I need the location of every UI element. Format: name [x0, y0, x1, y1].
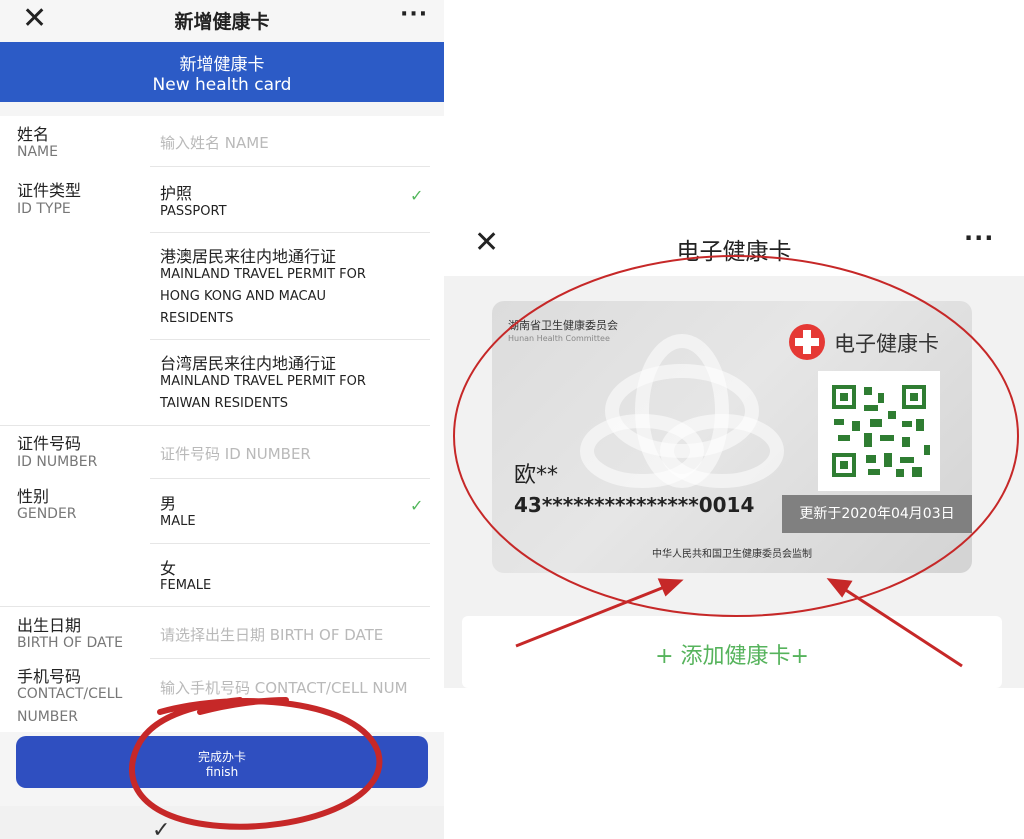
id-number-input[interactable]: 证件号码 ID NUMBER [160, 443, 430, 464]
header-title-zh: 新增健康卡 [179, 55, 265, 75]
option-label-en: TAIWAN RESIDENTS [160, 396, 289, 411]
add-card-panel: + 添加健康卡+ [462, 616, 1002, 688]
add-health-card-screen: ✕ 新增健康卡 ··· 新增健康卡 New health card 姓名 NAM… [0, 0, 444, 839]
contact-label-en: NUMBER [17, 709, 78, 725]
electronic-health-card-screen: ✕ 电子健康卡 ··· 湖南省卫生健康委员会 Hunan Health Comm… [444, 218, 1024, 688]
contact-input[interactable]: 输入手机号码 CONTACT/CELL NUM [160, 677, 430, 698]
health-card[interactable]: 湖南省卫生健康委员会 Hunan Health Committee 电子健康卡 [492, 301, 972, 573]
card-id-number: 43***************0014 [514, 493, 755, 517]
more-options-icon[interactable]: ··· [400, 2, 428, 27]
header-title-en: New health card [152, 75, 292, 95]
finish-label-en: finish [205, 765, 239, 779]
id-number-label-en: ID NUMBER [17, 454, 98, 470]
divider [150, 658, 430, 659]
page-title: 新增健康卡 [174, 11, 270, 33]
birth-label-en: BIRTH OF DATE [17, 635, 123, 651]
option-label-en: MALE [160, 514, 196, 529]
gender-label-en: GENDER [17, 506, 77, 522]
more-options-icon[interactable]: ··· [964, 224, 994, 252]
birth-label-zh: 出生日期 [17, 616, 82, 635]
id-type-label-zh: 证件类型 [17, 181, 82, 200]
option-label-en: PASSPORT [160, 204, 227, 219]
option-label-en: FEMALE [160, 578, 212, 593]
divider [150, 166, 430, 167]
card-owner-name: 欧** [514, 463, 559, 488]
card-area: 湖南省卫生健康委员会 Hunan Health Committee 电子健康卡 [444, 276, 1024, 688]
id-type-label-en: ID TYPE [17, 201, 71, 217]
page-title: 电子健康卡 [676, 239, 792, 265]
issuer-name-en: Hunan Health Committee [508, 334, 610, 343]
card-title: 电子健康卡 [834, 332, 939, 356]
qr-code-icon[interactable] [818, 371, 940, 491]
divider [150, 232, 430, 233]
contact-label-zh: 手机号码 [17, 667, 82, 686]
contact-label-en: CONTACT/CELL [17, 686, 123, 702]
check-icon: ✓ [410, 186, 424, 205]
top-bar: ✕ 新增健康卡 ··· [0, 0, 444, 42]
check-icon: ✓ [410, 496, 424, 515]
name-label-zh: 姓名 [17, 125, 50, 144]
option-label-en: RESIDENTS [160, 311, 234, 326]
divider [0, 425, 430, 426]
red-cross-icon [789, 324, 825, 360]
option-label-en: HONG KONG AND MACAU [160, 289, 327, 304]
divider [150, 478, 430, 479]
updated-date-badge: 更新于2020年04月03日 [782, 495, 972, 533]
option-label-en: MAINLAND TRAVEL PERMIT FOR [160, 374, 366, 389]
divider [150, 339, 430, 340]
name-input[interactable]: 输入姓名 NAME [160, 132, 430, 153]
form-header-banner: 新增健康卡 New health card [0, 42, 444, 102]
bottom-bar [0, 806, 444, 839]
gender-label-zh: 性别 [17, 487, 50, 506]
check-icon: ✓ [152, 818, 171, 839]
birth-date-picker[interactable]: 请选择出生日期 BIRTH OF DATE [160, 624, 430, 645]
issuer-name-zh: 湖南省卫生健康委员会 [508, 319, 618, 332]
supervision-text: 中华人民共和国卫生健康委员会监制 [652, 549, 812, 560]
divider [0, 606, 430, 607]
option-label-en: MAINLAND TRAVEL PERMIT FOR [160, 267, 366, 282]
finish-label-zh: 完成办卡 [197, 750, 246, 764]
id-number-label-zh: 证件号码 [17, 434, 82, 453]
divider [150, 543, 430, 544]
name-label-en: NAME [17, 144, 58, 160]
finish-button[interactable]: 完成办卡 finish [16, 736, 428, 788]
add-health-card-button[interactable]: + 添加健康卡+ [462, 638, 1002, 670]
health-card-form: 姓名 NAME 输入姓名 NAME 证件类型 ID TYPE 护照 PASSPO… [0, 116, 444, 732]
